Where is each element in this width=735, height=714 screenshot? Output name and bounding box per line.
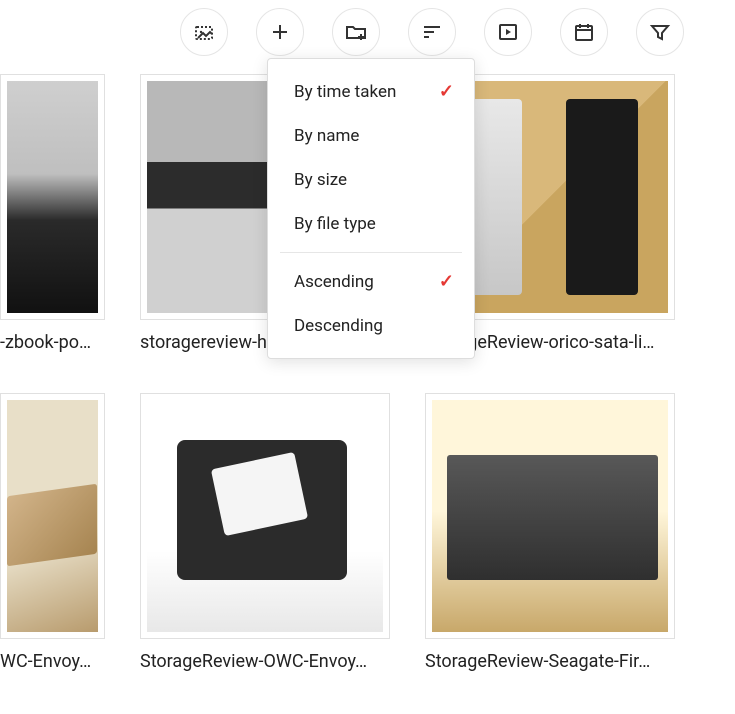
thumbnail-frame xyxy=(425,393,675,639)
sort-ascending[interactable]: Ascending ✓ xyxy=(268,259,474,304)
thumbnail-caption: -zbook-po… xyxy=(0,332,105,353)
filter-icon xyxy=(648,20,672,44)
menu-item-label: Descending xyxy=(294,316,383,336)
filter-button[interactable] xyxy=(636,8,684,56)
thumbnail-image xyxy=(432,400,668,632)
sort-by-time-taken[interactable]: By time taken ✓ xyxy=(268,69,474,114)
sort-descending[interactable]: Descending xyxy=(268,304,474,348)
thumbnail-tile[interactable]: WC-Envoy… xyxy=(0,393,105,672)
thumbnail-tile[interactable]: -zbook-po… xyxy=(0,74,105,353)
thumbnail-image xyxy=(147,400,383,632)
add-icon xyxy=(268,20,292,44)
menu-item-label: By size xyxy=(294,170,347,190)
select-image-icon xyxy=(192,20,216,44)
thumbnail-frame xyxy=(0,393,105,639)
thumbnail-image xyxy=(7,81,98,313)
sort-icon xyxy=(420,20,444,44)
select-image-button[interactable] xyxy=(180,8,228,56)
menu-item-label: By time taken xyxy=(294,82,396,102)
menu-item-label: By name xyxy=(294,126,359,146)
menu-separator xyxy=(280,252,462,253)
slideshow-icon xyxy=(496,20,520,44)
sort-menu: By time taken ✓ By name By size By file … xyxy=(267,58,475,359)
thumbnail-caption: WC-Envoy… xyxy=(0,651,105,672)
menu-item-label: Ascending xyxy=(294,272,374,292)
sort-button[interactable] xyxy=(408,8,456,56)
menu-item-label: By file type xyxy=(294,214,376,234)
thumbnail-frame xyxy=(140,393,390,639)
calendar-icon xyxy=(572,20,596,44)
thumbnail-tile[interactable]: StorageReview-OWC-Envoy… xyxy=(140,393,390,672)
new-folder-icon xyxy=(344,20,368,44)
sort-by-size[interactable]: By size xyxy=(268,158,474,202)
calendar-button[interactable] xyxy=(560,8,608,56)
sort-by-file-type[interactable]: By file type xyxy=(268,202,474,246)
new-folder-button[interactable] xyxy=(332,8,380,56)
thumbnail-caption: StorageReview-OWC-Envoy… xyxy=(140,651,390,672)
thumbnail-caption: StorageReview-Seagate-Fir… xyxy=(425,651,675,672)
check-icon: ✓ xyxy=(439,81,454,102)
sort-by-name[interactable]: By name xyxy=(268,114,474,158)
slideshow-button[interactable] xyxy=(484,8,532,56)
thumbnail-tile[interactable]: StorageReview-Seagate-Fir… xyxy=(425,393,675,672)
thumbnail-image xyxy=(7,400,98,632)
add-button[interactable] xyxy=(256,8,304,56)
check-icon: ✓ xyxy=(439,271,454,292)
thumbnail-frame xyxy=(0,74,105,320)
